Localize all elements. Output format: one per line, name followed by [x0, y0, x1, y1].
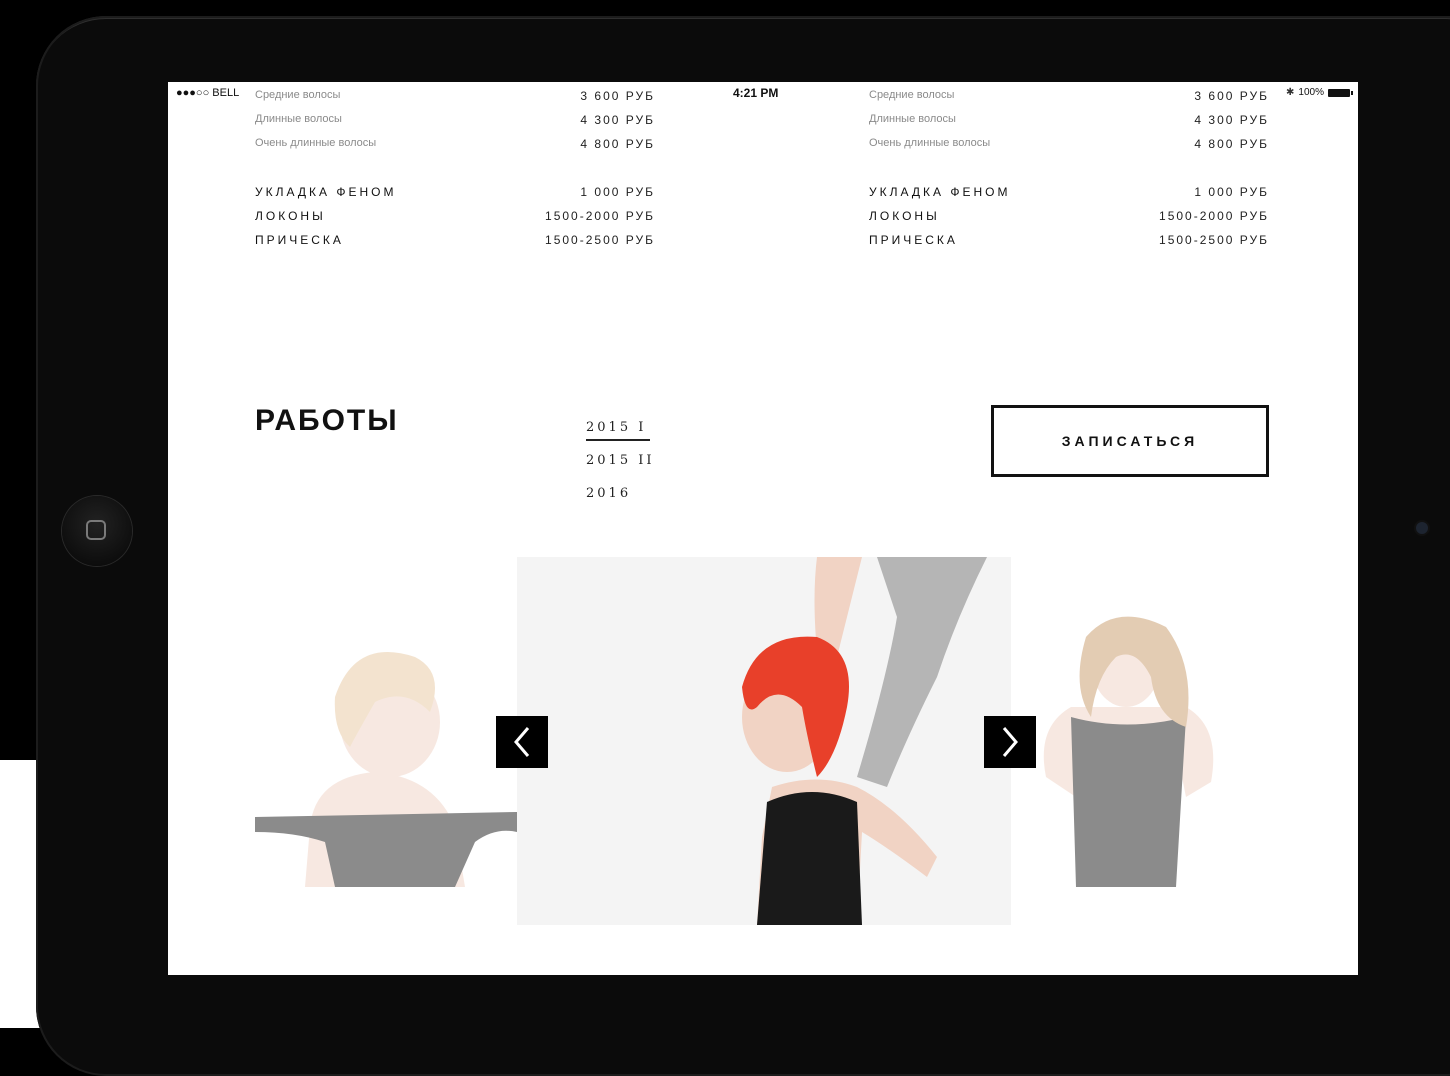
status-right: ✱ 100%	[1286, 87, 1353, 98]
price-row: УКЛАДКА ФЕНОМ 1 000 РУБ	[255, 182, 655, 206]
year-filter: 2015 I 2015 II 2016	[586, 418, 655, 517]
year-label: 2015 I	[586, 420, 651, 441]
service-name: Средние волосы	[255, 89, 341, 101]
camera-icon	[1416, 522, 1428, 534]
service-price: 4 800 РУБ	[580, 137, 655, 151]
year-tab-2016[interactable]: 2016	[586, 484, 655, 517]
price-row: ЛОКОНЫ 1500-2000 РУБ	[255, 206, 655, 230]
price-list-left: Средние волосы 3 600 РУБ Длинные волосы 4 …	[255, 86, 655, 254]
service-name: Длинные волосы	[869, 113, 956, 125]
price-row: Очень длинные волосы 4 800 РУБ	[255, 134, 655, 158]
section-title: РАБОТЫ	[255, 404, 399, 437]
book-appointment-button[interactable]: ЗАПИСАТЬСЯ	[991, 405, 1269, 477]
service-price: 1500-2500 РУБ	[545, 233, 655, 247]
service-price: 4 300 РУБ	[580, 113, 655, 127]
service-price: 4 800 РУБ	[1194, 137, 1269, 151]
price-row: Длинные волосы 4 300 РУБ	[869, 110, 1269, 134]
service-price: 1500-2000 РУБ	[1159, 209, 1269, 223]
price-row: ПРИЧЕСКА 1500-2500 РУБ	[255, 230, 655, 254]
price-row: ЛОКОНЫ 1500-2000 РУБ	[869, 206, 1269, 230]
gallery-photo-right[interactable]	[1026, 607, 1231, 887]
service-price: 3 600 РУБ	[580, 89, 655, 103]
gallery-photo-center[interactable]	[517, 557, 1011, 925]
service-name: Средние волосы	[869, 89, 955, 101]
service-name: Очень длинные волосы	[255, 137, 377, 149]
service-name: Очень длинные волосы	[869, 137, 991, 149]
year-tab-2015-1[interactable]: 2015 I	[586, 418, 655, 451]
price-row: Средние волосы 3 600 РУБ	[869, 86, 1269, 110]
service-price: 1 000 РУБ	[580, 185, 655, 199]
price-row: ПРИЧЕСКА 1500-2500 РУБ	[869, 230, 1269, 254]
service-name: УКЛАДКА ФЕНОМ	[869, 185, 1011, 199]
carrier-label: ●●●○○ BELL	[176, 87, 240, 99]
service-price: 1500-2000 РУБ	[545, 209, 655, 223]
screen: ●●●○○ BELL 4:21 PM ✱ 100% Средние волосы…	[168, 82, 1358, 975]
gallery-next-button[interactable]	[984, 716, 1036, 768]
service-name: ПРИЧЕСКА	[869, 233, 958, 247]
service-price: 3 600 РУБ	[1194, 89, 1269, 103]
service-name: УКЛАДКА ФЕНОМ	[255, 185, 397, 199]
home-square-icon	[86, 520, 106, 540]
gallery-photo-left[interactable]	[255, 627, 517, 887]
service-price: 1 000 РУБ	[1194, 185, 1269, 199]
service-name: ПРИЧЕСКА	[255, 233, 344, 247]
chevron-right-icon	[1002, 727, 1018, 757]
service-price: 4 300 РУБ	[1194, 113, 1269, 127]
year-tab-2015-2[interactable]: 2015 II	[586, 451, 655, 484]
price-row: Средние волосы 3 600 РУБ	[255, 86, 655, 110]
service-name: Длинные волосы	[255, 113, 342, 125]
battery-icon	[1328, 88, 1353, 97]
year-label: 2015 II	[586, 453, 655, 468]
price-row: Длинные волосы 4 300 РУБ	[255, 110, 655, 134]
service-name: ЛОКОНЫ	[255, 209, 326, 223]
service-name: ЛОКОНЫ	[869, 209, 940, 223]
year-label: 2016	[586, 486, 632, 501]
status-time: 4:21 PM	[733, 86, 779, 100]
bluetooth-icon: ✱	[1286, 87, 1295, 98]
home-button[interactable]	[62, 496, 132, 566]
gallery-prev-button[interactable]	[496, 716, 548, 768]
service-price: 1500-2500 РУБ	[1159, 233, 1269, 247]
price-list-right: Средние волосы 3 600 РУБ Длинные волосы 4 …	[869, 86, 1269, 254]
price-row: УКЛАДКА ФЕНОМ 1 000 РУБ	[869, 182, 1269, 206]
battery-percent: 100%	[1298, 87, 1324, 98]
chevron-left-icon	[514, 727, 530, 757]
price-row: Очень длинные волосы 4 800 РУБ	[869, 134, 1269, 158]
